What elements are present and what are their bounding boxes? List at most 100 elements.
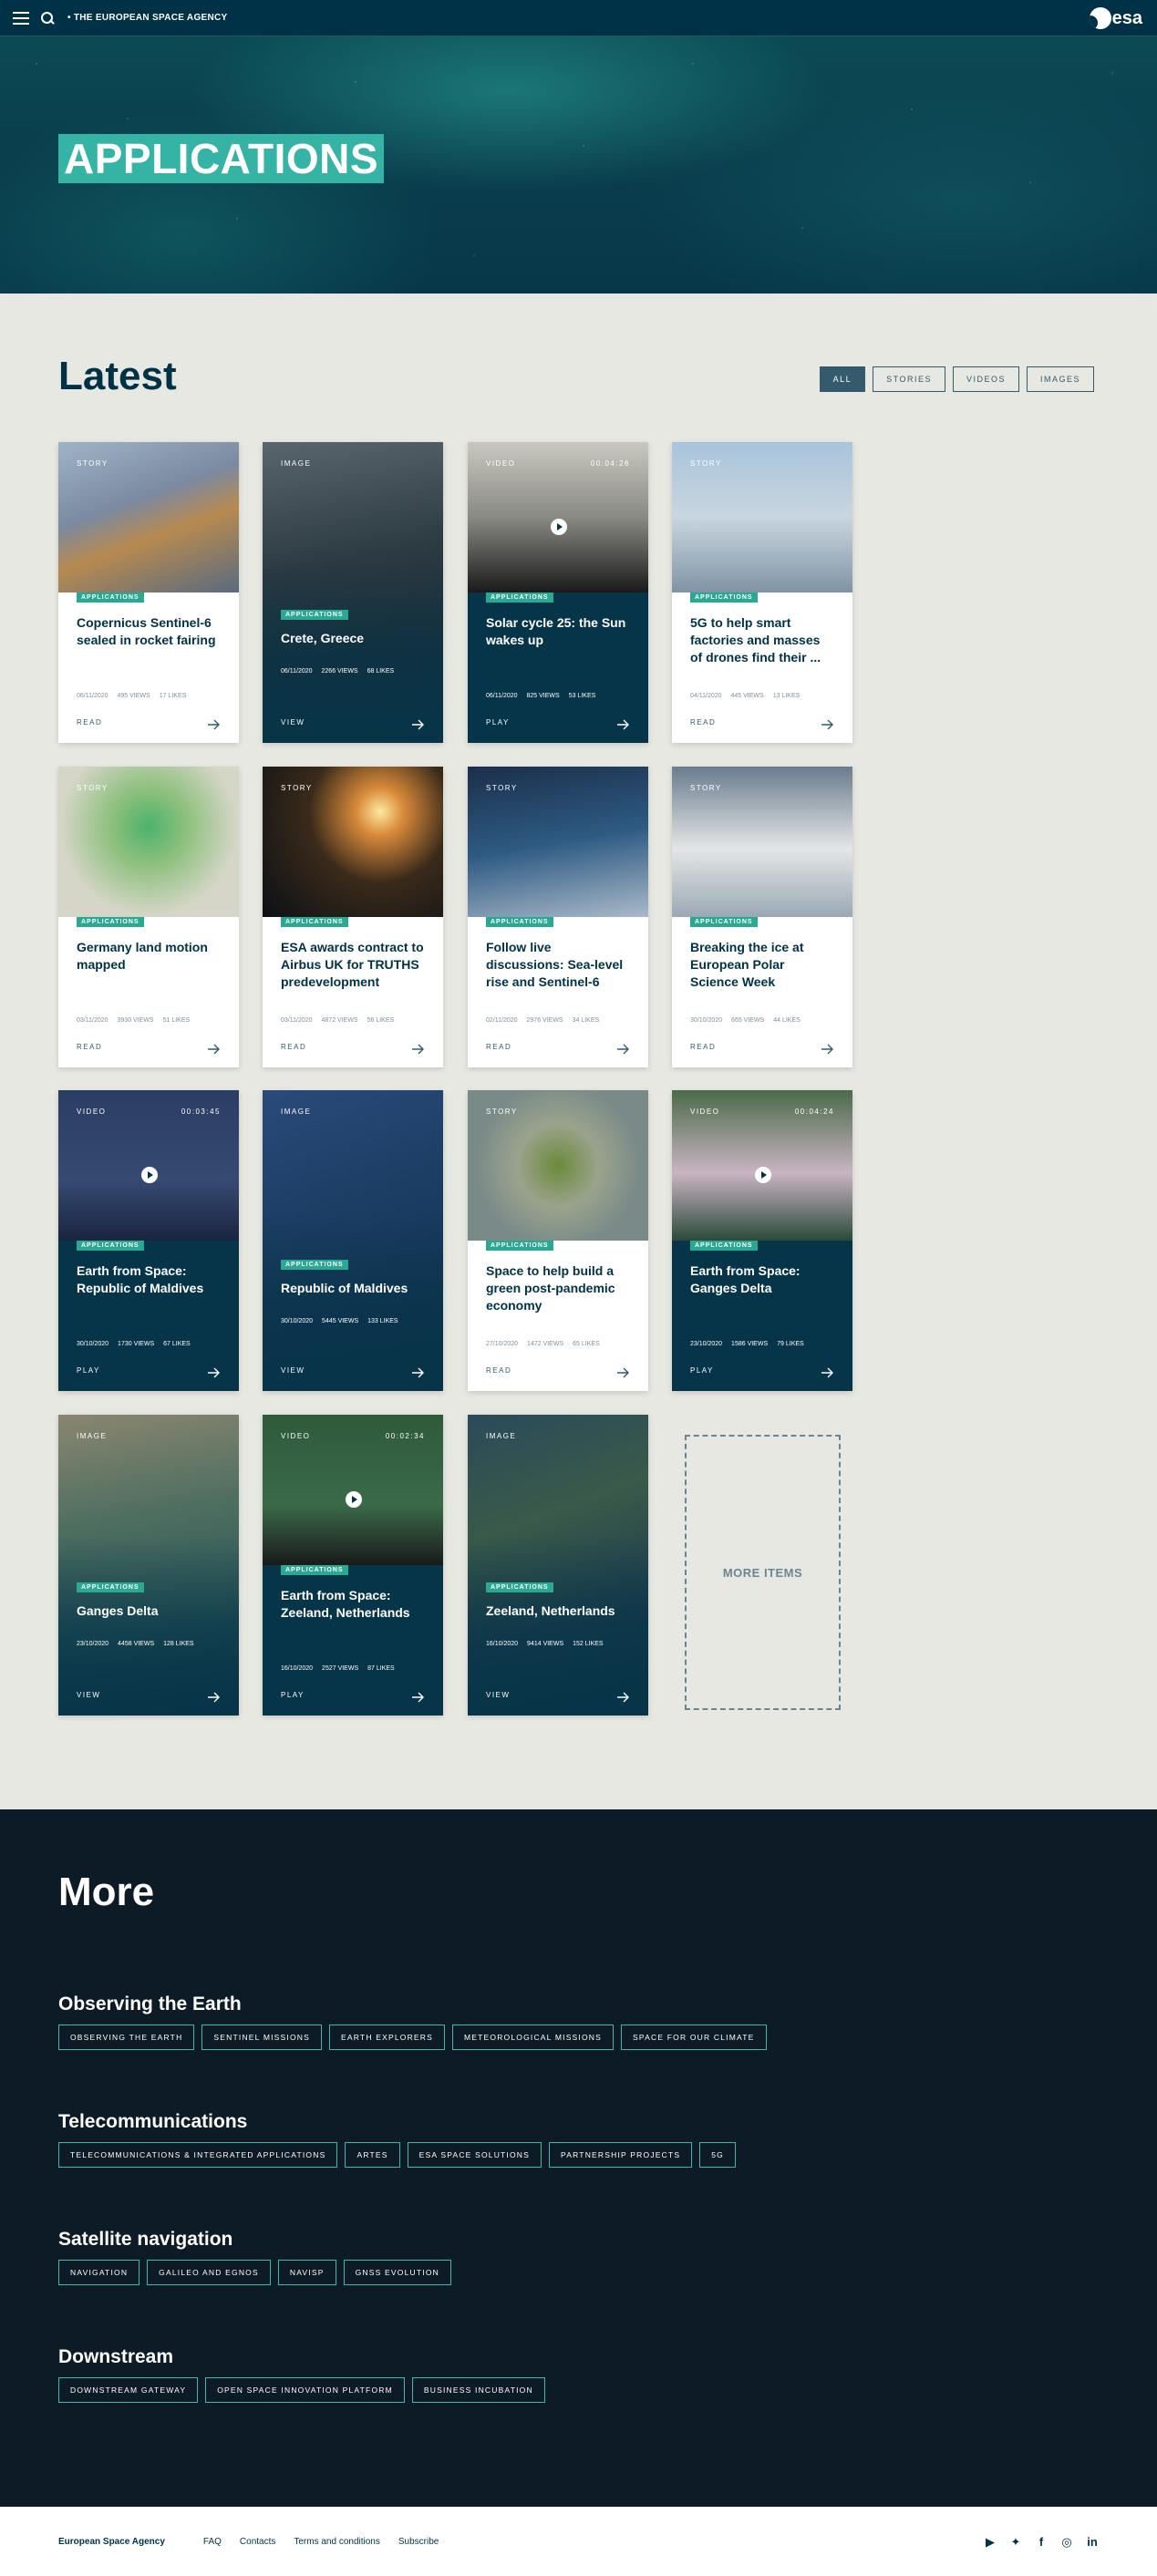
footer-link-contacts[interactable]: Contacts: [240, 2537, 275, 2547]
topic-link[interactable]: 5G: [699, 2142, 736, 2168]
card-action[interactable]: PLAY: [77, 1366, 100, 1375]
topic-link[interactable]: METEOROLOGICAL MISSIONS: [451, 2025, 615, 2050]
content-card[interactable]: IMAGE APPLICATIONS Zeeland, Netherlands …: [468, 1415, 648, 1716]
arrow-right-icon[interactable]: [208, 1366, 221, 1378]
topic-link[interactable]: PARTNERSHIP PROJECTS: [549, 2142, 693, 2168]
content-card[interactable]: STORY APPLICATIONS Copernicus Sentinel-6…: [58, 442, 239, 743]
topic-link[interactable]: OBSERVING THE EARTH: [58, 2025, 195, 2050]
footer-link-terms[interactable]: Terms and conditions: [294, 2537, 380, 2547]
card-category-tag[interactable]: APPLICATIONS: [281, 1565, 348, 1575]
content-card[interactable]: IMAGE APPLICATIONS Crete, Greece 06/11/2…: [263, 442, 443, 743]
card-action[interactable]: PLAY: [690, 1366, 714, 1375]
card-action[interactable]: READ: [690, 718, 716, 726]
card-category-tag[interactable]: APPLICATIONS: [281, 610, 348, 620]
topic-link[interactable]: BUSINESS INCUBATION: [411, 2377, 545, 2403]
filter-images[interactable]: IMAGES: [1026, 366, 1094, 392]
card-title[interactable]: Breaking the ice at European Polar Scien…: [690, 939, 834, 991]
search-icon[interactable]: [40, 11, 55, 26]
twitter-icon[interactable]: ✦: [1009, 2536, 1022, 2549]
card-title[interactable]: Space to help build a green post-pandemi…: [486, 1262, 630, 1314]
footer-link-subscribe[interactable]: Subscribe: [398, 2537, 439, 2547]
card-title[interactable]: Germany land motion mapped: [77, 939, 221, 974]
menu-icon[interactable]: [13, 11, 29, 25]
card-title[interactable]: Solar cycle 25: the Sun wakes up: [486, 614, 630, 649]
youtube-icon[interactable]: ▶: [984, 2536, 997, 2549]
card-category-tag[interactable]: APPLICATIONS: [77, 917, 144, 927]
more-items-button[interactable]: MORE ITEMS: [685, 1435, 841, 1710]
card-title[interactable]: Ganges Delta: [77, 1602, 221, 1620]
card-title[interactable]: Earth from Space: Zeeland, Netherlands: [281, 1587, 425, 1622]
content-card[interactable]: STORY APPLICATIONS Space to help build a…: [468, 1090, 648, 1391]
arrow-right-icon[interactable]: [412, 718, 425, 730]
arrow-right-icon[interactable]: [208, 1691, 221, 1703]
card-title[interactable]: Earth from Space: Republic of Maldives: [77, 1262, 221, 1297]
arrow-right-icon[interactable]: [617, 1043, 630, 1055]
arrow-right-icon[interactable]: [412, 1043, 425, 1055]
topic-link[interactable]: GNSS EVOLUTION: [343, 2260, 451, 2285]
card-action[interactable]: VIEW: [281, 1366, 305, 1375]
card-action[interactable]: PLAY: [281, 1691, 305, 1699]
arrow-right-icon[interactable]: [617, 1691, 630, 1703]
filter-all[interactable]: ALL: [819, 366, 866, 392]
content-card[interactable]: STORY APPLICATIONS 5G to help smart fact…: [672, 442, 852, 743]
arrow-right-icon[interactable]: [208, 718, 221, 730]
arrow-right-icon[interactable]: [412, 1366, 425, 1378]
topic-link[interactable]: ESA SPACE SOLUTIONS: [407, 2142, 542, 2168]
card-category-tag[interactable]: APPLICATIONS: [77, 1582, 144, 1592]
card-title[interactable]: Copernicus Sentinel-6 sealed in rocket f…: [77, 614, 221, 649]
play-icon[interactable]: [551, 519, 567, 535]
play-icon[interactable]: [141, 1167, 158, 1183]
content-card[interactable]: VIDEO 00:04:24 APPLICATIONS Earth from S…: [672, 1090, 852, 1391]
arrow-right-icon[interactable]: [821, 1366, 834, 1378]
card-category-tag[interactable]: APPLICATIONS: [486, 592, 553, 603]
card-title[interactable]: Earth from Space: Ganges Delta: [690, 1262, 834, 1297]
card-title[interactable]: ESA awards contract to Airbus UK for TRU…: [281, 939, 425, 991]
card-category-tag[interactable]: APPLICATIONS: [77, 592, 144, 603]
facebook-icon[interactable]: f: [1035, 2536, 1048, 2549]
card-title[interactable]: Zeeland, Netherlands: [486, 1602, 630, 1620]
topic-link[interactable]: NAVIGATION: [58, 2260, 140, 2285]
card-action[interactable]: READ: [281, 1043, 306, 1051]
footer-brand[interactable]: European Space Agency: [58, 2537, 165, 2547]
filter-videos[interactable]: VIDEOS: [952, 366, 1019, 392]
card-action[interactable]: VIEW: [77, 1691, 100, 1699]
card-action[interactable]: VIEW: [486, 1691, 510, 1699]
card-category-tag[interactable]: APPLICATIONS: [281, 1260, 348, 1270]
content-card[interactable]: VIDEO 00:04:26 APPLICATIONS Solar cycle …: [468, 442, 648, 743]
card-category-tag[interactable]: APPLICATIONS: [77, 1241, 144, 1251]
topic-link[interactable]: GALILEO AND EGNOS: [147, 2260, 271, 2285]
topic-link[interactable]: SENTINEL MISSIONS: [201, 2025, 322, 2050]
arrow-right-icon[interactable]: [617, 1366, 630, 1378]
arrow-right-icon[interactable]: [208, 1043, 221, 1055]
footer-link-faq[interactable]: FAQ: [203, 2537, 222, 2547]
card-category-tag[interactable]: APPLICATIONS: [486, 917, 553, 927]
content-card[interactable]: STORY APPLICATIONS Follow live discussio…: [468, 767, 648, 1067]
card-action[interactable]: READ: [690, 1043, 716, 1051]
linkedin-icon[interactable]: in: [1086, 2536, 1099, 2549]
card-action[interactable]: READ: [77, 718, 102, 726]
content-card[interactable]: IMAGE APPLICATIONS Ganges Delta 23/10/20…: [58, 1415, 239, 1716]
card-category-tag[interactable]: APPLICATIONS: [486, 1241, 553, 1251]
card-title[interactable]: Crete, Greece: [281, 630, 425, 647]
card-action[interactable]: READ: [486, 1043, 511, 1051]
play-icon[interactable]: [346, 1491, 362, 1508]
content-card[interactable]: STORY APPLICATIONS Breaking the ice at E…: [672, 767, 852, 1067]
card-action[interactable]: PLAY: [486, 718, 510, 726]
content-card[interactable]: STORY APPLICATIONS ESA awards contract t…: [263, 767, 443, 1067]
topic-link[interactable]: NAVISP: [277, 2260, 336, 2285]
topic-link[interactable]: TELECOMMUNICATIONS & INTEGRATED APPLICAT…: [58, 2142, 338, 2168]
agency-name[interactable]: • THE EUROPEAN SPACE AGENCY: [67, 13, 228, 23]
content-card[interactable]: VIDEO 00:02:34 APPLICATIONS Earth from S…: [263, 1415, 443, 1716]
instagram-icon[interactable]: ◎: [1060, 2536, 1073, 2549]
card-title[interactable]: 5G to help smart factories and masses of…: [690, 614, 834, 666]
topic-link[interactable]: ARTES: [345, 2142, 400, 2168]
card-action[interactable]: READ: [77, 1043, 102, 1051]
topic-link[interactable]: OPEN SPACE INNOVATION PLATFORM: [205, 2377, 405, 2403]
content-card[interactable]: VIDEO 00:03:45 APPLICATIONS Earth from S…: [58, 1090, 239, 1391]
card-action[interactable]: VIEW: [281, 718, 305, 726]
topic-link[interactable]: DOWNSTREAM GATEWAY: [58, 2377, 199, 2403]
topic-link[interactable]: EARTH EXPLORERS: [329, 2025, 445, 2050]
arrow-right-icon[interactable]: [821, 1043, 834, 1055]
arrow-right-icon[interactable]: [821, 718, 834, 730]
content-card[interactable]: IMAGE APPLICATIONS Republic of Maldives …: [263, 1090, 443, 1391]
